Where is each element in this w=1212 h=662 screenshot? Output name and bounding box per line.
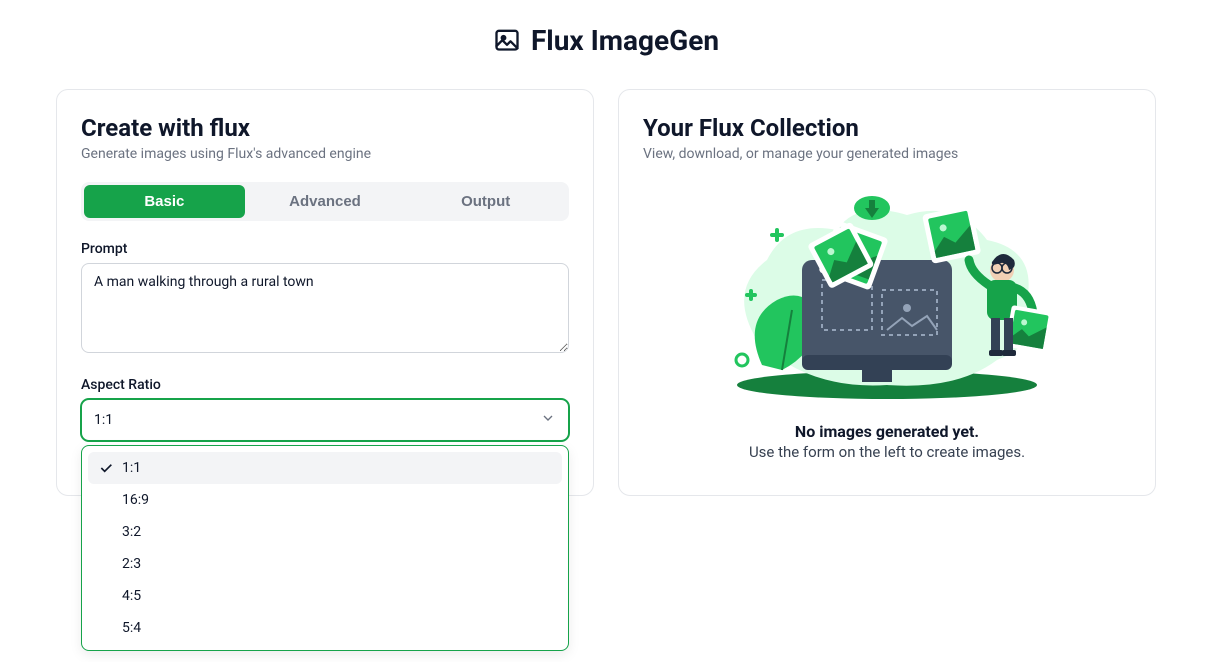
tab-basic[interactable]: Basic — [84, 185, 245, 218]
option-label: 1:1 — [122, 460, 141, 476]
aspect-ratio-option[interactable]: 1:1 — [88, 452, 562, 484]
collection-card: Your Flux Collection View, download, or … — [618, 89, 1156, 496]
prompt-label: Prompt — [81, 241, 569, 257]
aspect-ratio-label: Aspect Ratio — [81, 377, 569, 393]
option-label: 2:3 — [122, 556, 141, 572]
create-card: Create with flux Generate images using F… — [56, 89, 594, 496]
empty-illustration-icon — [707, 190, 1067, 422]
tab-bar: Basic Advanced Output — [81, 182, 569, 221]
empty-title: No images generated yet. — [795, 422, 979, 441]
aspect-ratio-option[interactable]: 2:3 — [88, 548, 562, 580]
aspect-ratio-dropdown: 1:1 16:9 3:2 2:3 4:5 — [81, 445, 569, 651]
aspect-ratio-option[interactable]: 4:5 — [88, 580, 562, 612]
app-title: Flux ImageGen — [531, 24, 719, 57]
create-subtitle: Generate images using Flux's advanced en… — [81, 146, 569, 162]
option-label: 5:4 — [122, 620, 141, 636]
chevron-down-icon — [540, 410, 556, 430]
tab-output[interactable]: Output — [405, 185, 566, 218]
create-title: Create with flux — [81, 114, 569, 142]
option-label: 16:9 — [122, 492, 149, 508]
collection-title: Your Flux Collection — [643, 114, 1131, 142]
empty-text: Use the form on the left to create image… — [749, 443, 1025, 461]
app-header: Flux ImageGen — [56, 24, 1156, 57]
aspect-ratio-option[interactable]: 5:4 — [88, 612, 562, 644]
collection-subtitle: View, download, or manage your generated… — [643, 146, 1131, 162]
aspect-ratio-option[interactable]: 3:2 — [88, 516, 562, 548]
empty-state: No images generated yet. Use the form on… — [643, 182, 1131, 471]
tab-advanced[interactable]: Advanced — [245, 185, 406, 218]
option-label: 3:2 — [122, 524, 141, 540]
aspect-ratio-value: 1:1 — [94, 412, 113, 428]
check-icon — [98, 460, 114, 476]
aspect-ratio-select[interactable]: 1:1 — [81, 399, 569, 441]
option-label: 4:5 — [122, 588, 141, 604]
image-generator-icon — [493, 25, 521, 57]
prompt-input[interactable] — [81, 263, 569, 353]
aspect-ratio-option[interactable]: 16:9 — [88, 484, 562, 516]
